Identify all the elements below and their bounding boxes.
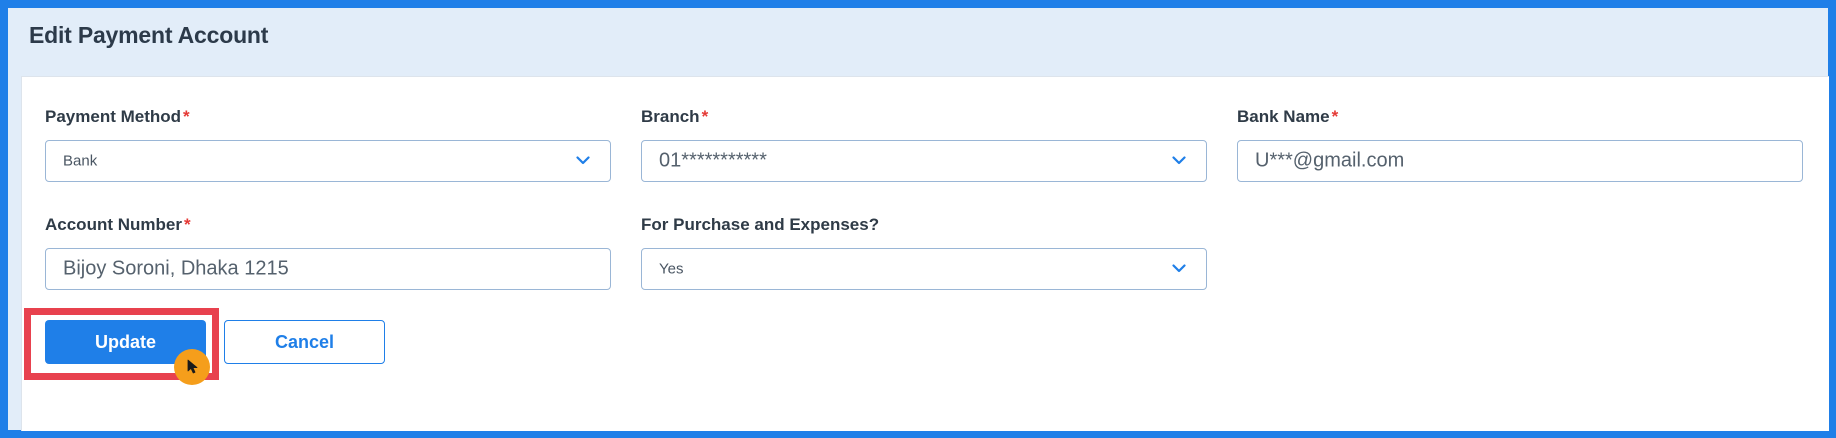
chevron-down-icon [1172,156,1186,165]
payment-method-value: Bank [63,152,98,170]
account-number-label-text: Account Number [45,215,182,234]
payment-method-label: Payment Method * [45,107,190,127]
payment-method-select[interactable]: Bank [45,140,611,182]
account-number-input[interactable]: Bijoy Soroni, Dhaka 1215 [45,248,611,290]
branch-label-text: Branch [641,107,700,126]
purchase-expenses-value: Yes [659,260,684,278]
chevron-down-icon [576,156,590,165]
purchase-expenses-select[interactable]: Yes [641,248,1207,290]
branch-select[interactable]: 01*********** [641,140,1207,182]
account-number-value: Bijoy Soroni, Dhaka 1215 [63,257,289,280]
account-number-label: Account Number * [45,215,191,235]
branch-label: Branch * [641,107,708,127]
bank-name-label-text: Bank Name [1237,107,1330,126]
mouse-pointer-icon [174,349,210,385]
bank-name-input[interactable]: U***@gmail.com [1237,140,1803,182]
required-marker: * [183,215,191,234]
payment-method-label-text: Payment Method [45,107,182,126]
branch-value: 01*********** [659,149,767,172]
chevron-down-icon [1172,264,1186,273]
page-title: Edit Payment Account [29,22,269,48]
cancel-button[interactable]: Cancel [224,320,385,364]
required-marker: * [701,107,709,126]
purchase-expenses-label: For Purchase and Expenses? [641,215,880,234]
bank-name-label: Bank Name * [1237,107,1338,127]
edit-payment-account-form: Payment Method * Bank Branch * 01*********… [21,76,1829,431]
bank-name-value: U***@gmail.com [1255,149,1405,172]
required-marker: * [183,107,190,126]
required-marker: * [1331,107,1339,126]
